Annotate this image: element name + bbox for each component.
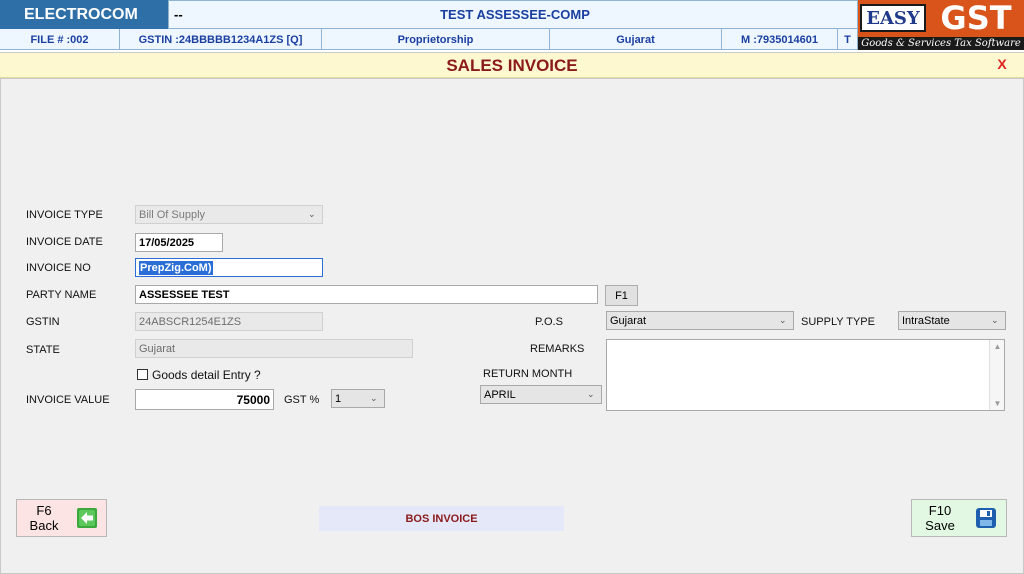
save-label: Save	[925, 518, 955, 533]
bos-invoice-label: BOS INVOICE	[319, 506, 564, 531]
invoice-no-field[interactable]: PrepZig.CoM)	[135, 258, 323, 277]
back-key: F6	[36, 503, 52, 518]
header-gstin: GSTIN :24BBBBB1234A1ZS [Q]	[120, 29, 322, 50]
goods-detail-checkbox[interactable]	[137, 369, 148, 380]
goods-detail-label: Goods detail Entry ?	[152, 368, 261, 382]
chevron-down-icon: ⌄	[991, 315, 999, 325]
supply-type-value: IntraState	[902, 314, 950, 327]
pos-label: P.O.S	[535, 316, 563, 328]
invoice-no-label: INVOICE NO	[26, 262, 91, 274]
scroll-down-icon[interactable]: ▼	[990, 399, 1005, 408]
remarks-label: REMARKS	[530, 343, 585, 355]
gstin-label: GSTIN	[26, 316, 60, 328]
invoice-value-value: 75000	[236, 392, 270, 407]
back-arrow-icon	[77, 508, 97, 528]
invoice-type-select[interactable]: Bill Of Supply ⌄	[135, 205, 323, 224]
invoice-type-value: Bill Of Supply	[139, 208, 206, 221]
invoice-date-value: 17/05/2025	[139, 236, 195, 249]
header-state: Gujarat	[550, 29, 722, 50]
supply-type-label: SUPPLY TYPE	[801, 316, 875, 328]
invoice-date-label: INVOICE DATE	[26, 236, 103, 248]
return-month-value: APRIL	[484, 388, 516, 401]
gst-percent-select[interactable]: 1 ⌄	[331, 389, 385, 408]
save-button[interactable]: F10 Save	[911, 499, 1007, 537]
return-month-select[interactable]: APRIL ⌄	[480, 385, 602, 404]
state-value: Gujarat	[139, 342, 176, 355]
invoice-value-field[interactable]: 75000	[135, 389, 274, 410]
remarks-scrollbar[interactable]: ▲ ▼	[989, 340, 1004, 410]
invoice-no-value: PrepZig.CoM)	[139, 260, 213, 275]
state-field[interactable]: Gujarat	[135, 339, 413, 358]
gst-percent-value: 1	[335, 392, 342, 405]
chevron-down-icon: ⌄	[779, 315, 787, 325]
party-name-field[interactable]: ASSESSEE TEST	[135, 285, 598, 304]
scroll-up-icon[interactable]: ▲	[990, 342, 1005, 351]
gstin-field[interactable]: 24ABSCR1254E1ZS	[135, 312, 323, 331]
logo-easy-text: EASY	[860, 4, 926, 32]
back-button[interactable]: F6 Back	[16, 499, 107, 537]
floppy-disk-icon	[976, 508, 996, 528]
logo-gst-text: GST	[940, 0, 1012, 37]
invoice-type-label: INVOICE TYPE	[26, 209, 103, 221]
pos-select[interactable]: Gujarat ⌄	[606, 311, 794, 330]
assessee-name: TEST ASSESSEE-COMP	[440, 7, 590, 22]
return-month-label: RETURN MONTH	[483, 368, 573, 380]
chevron-down-icon: ⌄	[587, 389, 595, 399]
pos-value: Gujarat	[610, 314, 647, 327]
business-type: Proprietorship	[322, 29, 550, 50]
file-number: FILE # :002	[0, 29, 120, 50]
page-title: SALES INVOICE	[446, 56, 578, 75]
chevron-down-icon: ⌄	[370, 393, 378, 403]
supply-type-select[interactable]: IntraState ⌄	[898, 311, 1006, 330]
back-label: Back	[29, 518, 59, 533]
header-dash: --	[174, 7, 183, 22]
party-name-label: PARTY NAME	[26, 289, 97, 301]
f1-lookup-button[interactable]: F1	[605, 285, 638, 306]
invoice-value-label: INVOICE VALUE	[26, 394, 110, 406]
chevron-down-icon: ⌄	[308, 209, 316, 219]
company-name: ELECTROCOM	[0, 0, 168, 29]
close-button[interactable]: X	[994, 56, 1010, 72]
party-name-value: ASSESSEE TEST	[139, 288, 230, 301]
save-key: F10	[928, 503, 952, 518]
remarks-textarea[interactable]	[606, 339, 1005, 411]
logo-tagline: Goods & Services Tax Software	[858, 37, 1024, 50]
invoice-date-field[interactable]: 17/05/2025	[135, 233, 223, 252]
mobile-number: M :7935014601	[722, 29, 838, 50]
header-extra: T	[838, 29, 858, 50]
gstin-value: 24ABSCR1254E1ZS	[139, 315, 242, 328]
state-label: STATE	[26, 344, 60, 356]
gst-percent-label: GST %	[284, 394, 320, 406]
